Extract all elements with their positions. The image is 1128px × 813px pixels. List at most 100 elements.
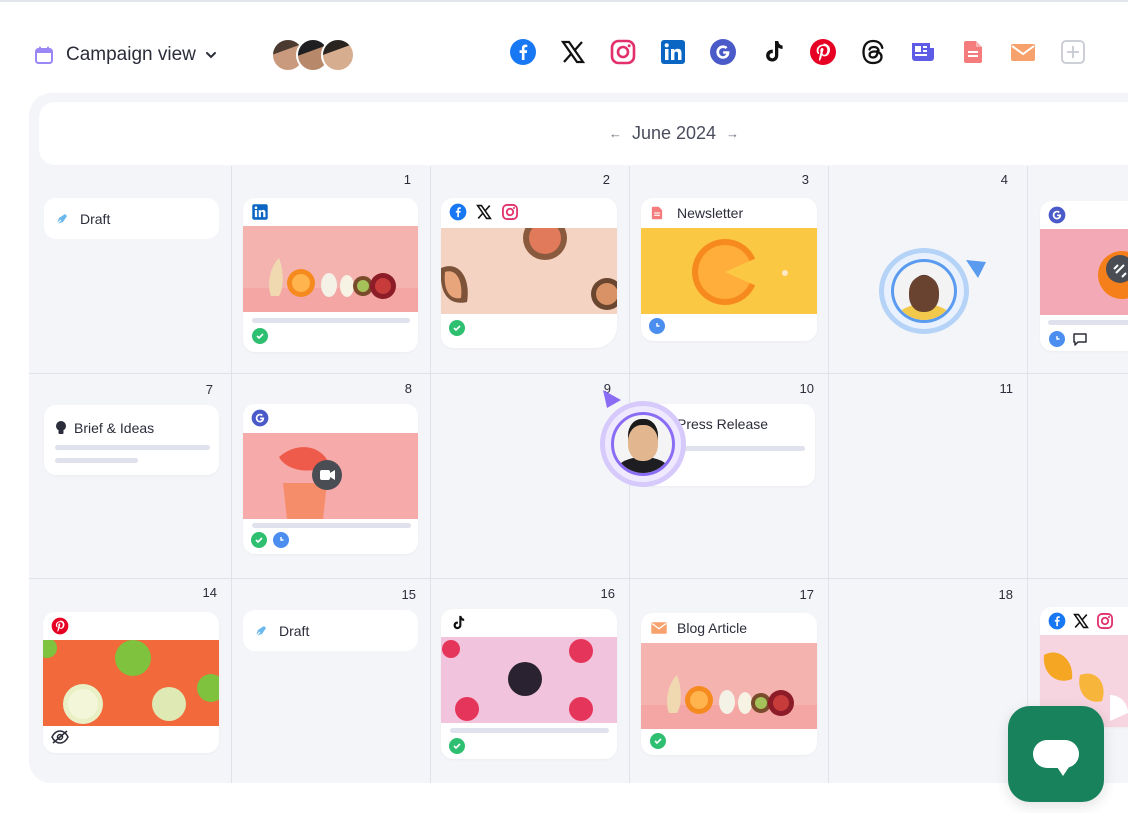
linkedin-icon [252,204,268,220]
card-title: Draft [80,210,111,227]
progress-bar [450,728,609,733]
approved-icon [252,328,268,344]
card-status [449,738,465,754]
card-header: Newsletter [641,198,817,228]
tiktok-icon[interactable] [758,37,788,67]
approved-icon [251,532,267,548]
facebook-icon [449,203,467,221]
instagram-icon [502,204,518,220]
post-card-tiktok[interactable] [441,609,617,759]
newsletter-icon[interactable] [908,37,938,67]
brief-card[interactable]: Brief & Ideas [44,405,219,475]
scheduled-clock-icon [273,532,289,548]
chat-launcher-button[interactable] [1008,706,1104,802]
card-status [251,532,289,548]
avatar[interactable] [321,38,355,72]
card-status [650,733,666,749]
post-image [641,228,817,314]
x-icon[interactable] [558,37,588,67]
add-channel-icon[interactable] [1058,37,1088,67]
post-card-pinterest[interactable] [43,612,219,753]
progress-bar [252,318,410,323]
email-icon [651,622,667,634]
campaign-view-selector[interactable]: Campaign view [34,44,218,66]
pinterest-icon[interactable] [808,37,838,67]
post-card-google-video[interactable] [243,404,418,554]
month-navigation: ← June 2024 → [39,102,1128,165]
email-icon[interactable] [1008,37,1038,67]
card-header [243,404,418,432]
x-icon [1073,613,1089,629]
card-status [51,729,69,745]
google-icon [1048,206,1066,224]
text-placeholder-bar [55,458,138,463]
card-header [441,609,617,637]
calendar-icon [35,46,53,64]
grid-divider [231,166,232,783]
progress-bar [1048,320,1128,325]
newsletter-card[interactable]: Newsletter [641,198,817,341]
card-header [243,198,418,226]
card-title: Draft [279,622,310,639]
day-number: 3 [801,172,809,187]
document-icon[interactable] [958,37,988,67]
day-number: 15 [401,587,416,602]
next-month-arrow-icon[interactable]: → [726,126,739,141]
post-image [441,216,617,314]
draft-card[interactable]: Draft [44,198,219,239]
prev-month-arrow-icon[interactable]: ← [609,126,622,141]
view-label: Campaign view [66,44,196,65]
instagram-icon[interactable] [608,37,638,67]
avatar-face [628,425,658,461]
linkedin-icon[interactable] [658,37,688,67]
card-header [1040,607,1128,635]
post-card-linkedin[interactable] [243,198,418,352]
card-header: Blog Article [641,613,817,643]
lightbulb-icon [56,421,66,434]
facebook-icon [1048,612,1066,630]
document-icon [651,206,663,220]
card-header [1040,201,1128,229]
grid-divider [430,166,431,783]
day-number: 18 [998,587,1013,602]
draft-card[interactable]: Draft [243,610,418,651]
facebook-icon[interactable] [508,37,538,67]
threads-icon[interactable] [858,37,888,67]
grid-divider [1027,166,1028,783]
grid-divider [29,578,1128,579]
approved-icon [449,738,465,754]
day-number: 16 [600,586,615,601]
comment-icon [1073,333,1087,346]
avatar [891,259,957,323]
post-image [641,643,817,729]
x-icon [476,204,492,220]
post-card-multi[interactable] [441,198,617,348]
day-number: 14 [202,585,217,600]
card-title: Press Release [677,416,769,432]
card-header [43,612,219,640]
collaborator-avatars[interactable] [271,38,355,72]
post-image [243,226,418,312]
chevron-down-icon [205,52,216,59]
day-number: 11 [999,381,1014,396]
google-icon[interactable] [708,37,738,67]
approved-icon [650,733,666,749]
avatar-face [909,276,939,312]
post-image [43,638,219,726]
pen-icon [56,213,67,224]
card-title: Blog Article [677,620,748,636]
pen-icon [255,625,266,636]
scheduled-clock-icon [1049,331,1065,347]
month-label: June 2024 [631,123,717,143]
card-status [252,328,268,344]
google-icon [251,409,269,427]
card-status [449,320,465,336]
post-card-google[interactable] [1040,201,1128,351]
text-placeholder-bar [55,445,210,450]
blog-article-card[interactable]: Blog Article [641,613,817,755]
day-number: 1 [403,172,411,187]
collaborator-presence [600,401,686,487]
card-status [649,318,665,334]
calendar-page: Campaign view ← June 2024 → 1 2 3 4 7 8 … [0,0,1128,813]
post-image [441,637,617,723]
